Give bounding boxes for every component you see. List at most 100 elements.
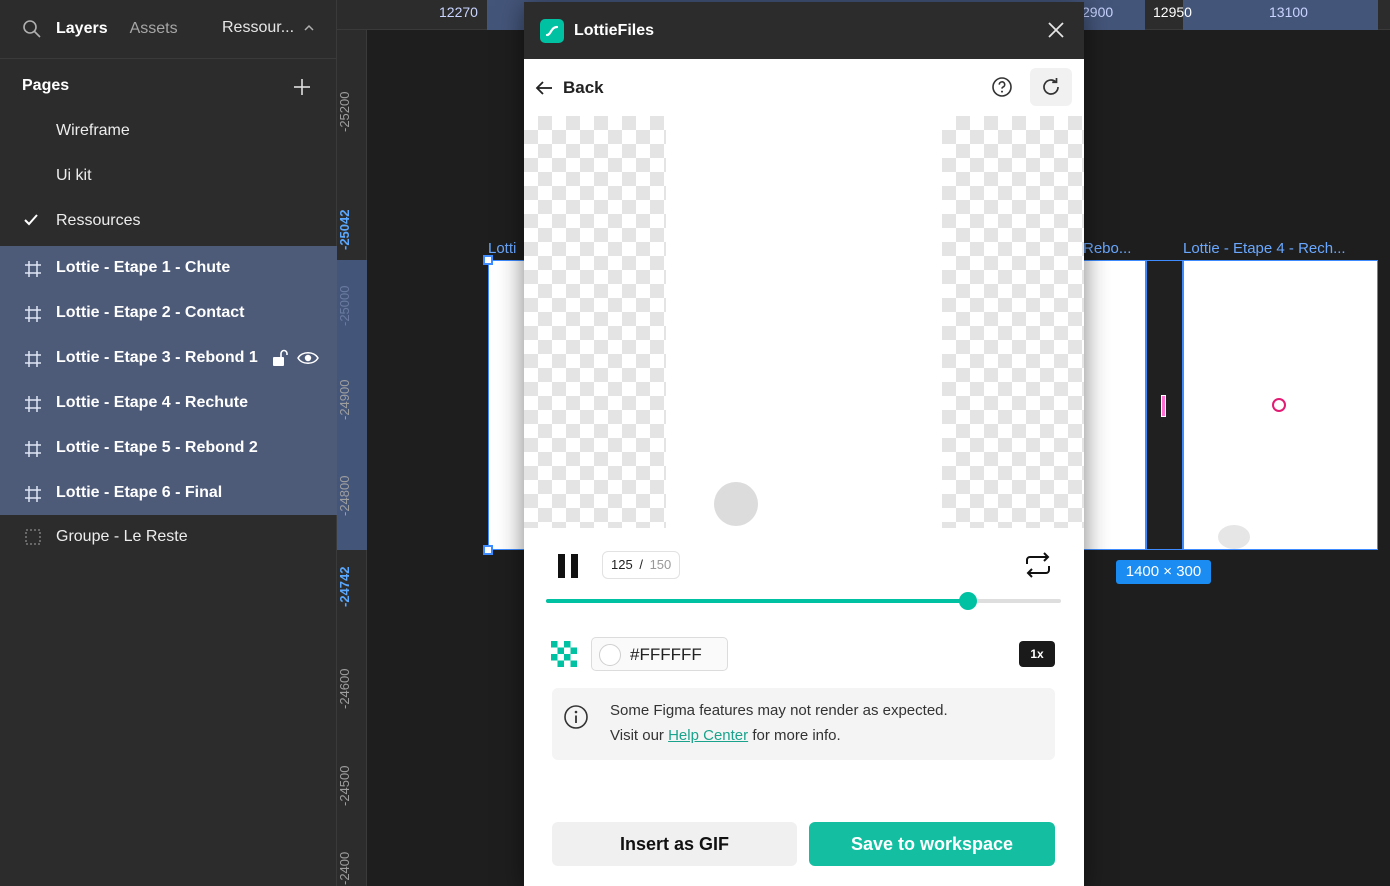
frame-lottie-etape-1[interactable]: [488, 260, 528, 550]
frame-icon: [25, 261, 41, 277]
back-bar: Back: [524, 59, 1084, 116]
eye-icon[interactable]: [297, 349, 319, 367]
layer-name: Lottie - Etape 3 - Rebond 1: [56, 349, 258, 366]
ruler-label: -25000: [337, 285, 352, 327]
player-controls: 125 / 150: [524, 528, 1084, 620]
ruler-label: 12270: [439, 4, 478, 20]
page-item-wireframe[interactable]: Wireframe: [56, 122, 130, 140]
color-hex-value: #FFFFFF: [630, 645, 702, 664]
ruler-label: 2900: [1082, 4, 1114, 20]
ruler-label: -24900: [337, 379, 352, 421]
tab-layers[interactable]: Layers: [56, 20, 108, 38]
ruler-label: 12950: [1153, 4, 1192, 20]
layer-row[interactable]: Lottie - Etape 1 - Chute: [0, 246, 337, 291]
loop-icon[interactable]: [1024, 552, 1052, 578]
ruler-label: -25200: [337, 91, 352, 133]
layer-name: Lottie - Etape 5 - Rebond 2: [56, 439, 258, 456]
check-icon: [24, 214, 38, 226]
ruler-label: -25042: [337, 209, 352, 251]
current-page-label: Ressour...: [222, 19, 295, 36]
transparency-toggle-icon[interactable]: [551, 641, 577, 667]
unlock-icon[interactable]: [271, 348, 289, 368]
layer-name: Lottie - Etape 1 - Chute: [56, 259, 231, 276]
layer-name: Lottie - Etape 6 - Final: [56, 484, 223, 501]
notice-text-line2: Visit our Help Center for more info.: [610, 727, 841, 744]
selected-layers: Lottie - Etape 1 - Chute Lottie - Etape …: [0, 246, 337, 515]
page-switcher[interactable]: Ressour...: [222, 19, 314, 37]
total-frames: 150: [649, 557, 672, 572]
chevron-up-icon: [304, 24, 314, 31]
close-icon[interactable]: [1046, 20, 1066, 40]
page-item-ressources[interactable]: Ressources: [56, 212, 140, 230]
group-icon: [25, 529, 41, 545]
layer-row[interactable]: Lottie - Etape 4 - Rechute: [0, 381, 337, 426]
ruler-label: -24800: [337, 475, 352, 517]
ruler-label: -24600: [337, 668, 352, 710]
help-icon[interactable]: [991, 76, 1013, 98]
ball-shape[interactable]: [1218, 525, 1250, 549]
selection-handle[interactable]: [483, 255, 493, 265]
seek-progress: [546, 599, 969, 603]
frame-icon: [25, 486, 41, 502]
save-to-workspace-button[interactable]: Save to workspace: [809, 822, 1055, 866]
layer-row[interactable]: Lottie - Etape 2 - Contact: [0, 291, 337, 336]
info-icon: [564, 705, 588, 729]
speed-button[interactable]: 1x: [1019, 641, 1055, 667]
page-item-ui-kit[interactable]: Ui kit: [56, 167, 92, 185]
frame-icon: [25, 396, 41, 412]
lottiefiles-logo-icon: [540, 18, 564, 43]
frame-label[interactable]: Rebo...: [1083, 240, 1131, 257]
pink-shape[interactable]: [1161, 395, 1166, 417]
arrow-left-icon[interactable]: [534, 78, 554, 98]
frame-label[interactable]: Lottie - Etape 4 - Rech...: [1183, 240, 1346, 257]
layer-row[interactable]: Lottie - Etape 3 - Rebond 1: [0, 336, 337, 381]
help-center-link[interactable]: Help Center: [668, 727, 748, 744]
back-button[interactable]: Back: [563, 78, 604, 98]
frame-icon: [25, 441, 41, 457]
refresh-button[interactable]: [1030, 68, 1072, 106]
pause-icon[interactable]: [556, 553, 580, 579]
frame-icon: [25, 351, 41, 367]
search-icon[interactable]: [22, 19, 42, 39]
layer-row[interactable]: Lottie - Etape 5 - Rebond 2: [0, 426, 337, 471]
panel-tabs: Layers Assets Ressour...: [0, 0, 336, 59]
transparency-checker: [524, 116, 666, 528]
info-notice: Some Figma features may not render as ex…: [552, 688, 1055, 760]
ruler-label: -24742: [337, 566, 352, 608]
frame-icon: [25, 306, 41, 322]
pink-circle-shape[interactable]: [1272, 398, 1286, 412]
animated-ball: [714, 482, 758, 526]
add-page-icon[interactable]: [291, 76, 313, 98]
pages-heading: Pages: [22, 77, 70, 94]
layer-row[interactable]: Lottie - Etape 6 - Final: [0, 471, 337, 516]
refresh-icon: [1043, 78, 1059, 95]
lottiefiles-plugin-window: LottieFiles Back 125 / 150 #FFFFFF 1x So…: [524, 2, 1084, 886]
background-row: #FFFFFF 1x: [524, 620, 1084, 680]
current-frame: 125: [611, 557, 633, 572]
ruler-label: 13100: [1269, 4, 1308, 20]
frame-counter: 125 / 150: [602, 551, 681, 579]
ruler-label: -2400: [337, 851, 352, 885]
color-swatch[interactable]: [599, 644, 621, 666]
layer-name: Lottie - Etape 2 - Contact: [56, 304, 245, 321]
figma-workspace: Layers Assets Ressour... Pages Wireframe…: [0, 0, 1390, 886]
seek-slider[interactable]: [546, 592, 1061, 610]
ruler-left: -25200 -25042 -25000 -24900 -24800 -2474…: [337, 30, 367, 886]
ruler-label: -24500: [337, 765, 352, 807]
frame-separator: /: [639, 557, 643, 572]
transparency-checker: [942, 116, 1084, 528]
insert-as-gif-button[interactable]: Insert as GIF: [552, 822, 797, 866]
seek-handle[interactable]: [959, 592, 978, 610]
background-color-input[interactable]: #FFFFFF: [591, 637, 728, 671]
layer-row-group[interactable]: Groupe - Le Reste: [0, 515, 337, 560]
tab-assets[interactable]: Assets: [130, 20, 178, 38]
plugin-title: LottieFiles: [574, 21, 655, 39]
frame-lottie-etape-3[interactable]: [1083, 260, 1146, 550]
notice-text: Some Figma features may not render as ex…: [610, 702, 948, 719]
selection-handle[interactable]: [483, 545, 493, 555]
plugin-header: LottieFiles: [524, 2, 1084, 59]
layers-panel: Layers Assets Ressour... Pages Wireframe…: [0, 0, 337, 886]
size-badge: 1400 × 300: [1116, 560, 1211, 584]
animation-preview: [524, 116, 1084, 528]
layer-name: Groupe - Le Reste: [56, 528, 188, 545]
